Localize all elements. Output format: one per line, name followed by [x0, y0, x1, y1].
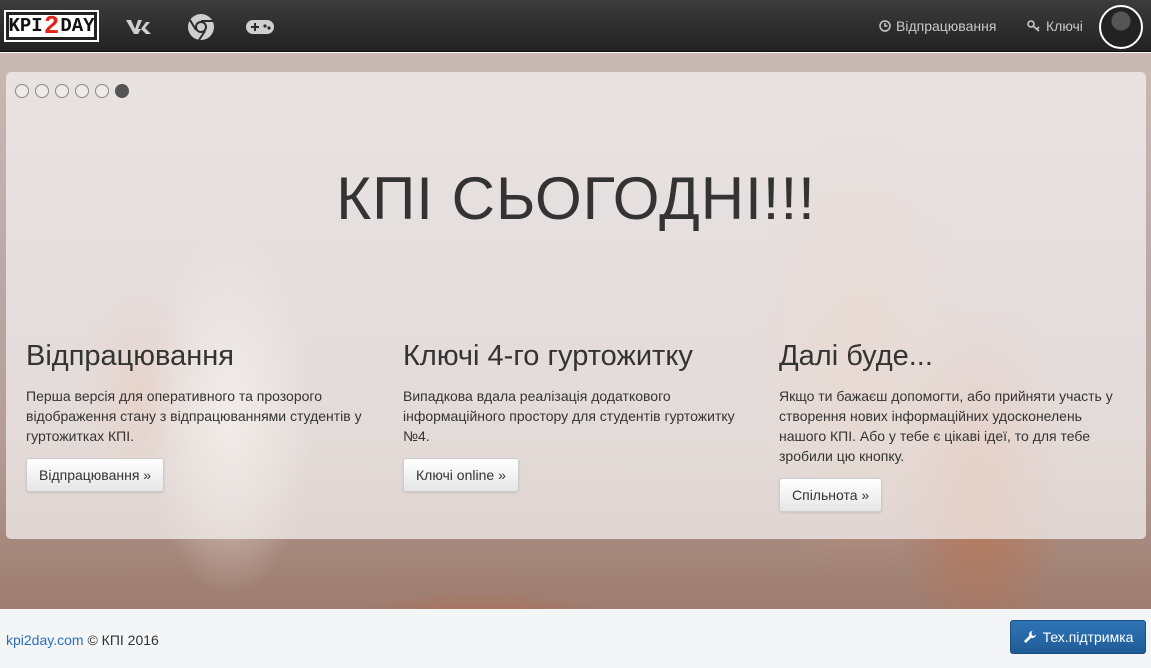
footer-site-link[interactable]: kpi2day.com	[6, 632, 84, 648]
avatar[interactable]	[1099, 5, 1143, 49]
carousel-dot[interactable]	[115, 84, 129, 98]
vk-icon[interactable]	[124, 13, 158, 41]
hero-title: КПІ СЬОГОДНІ!!!	[336, 165, 816, 232]
support-button[interactable]: Тех.підтримка	[1010, 620, 1146, 654]
brand-two: 2	[43, 11, 60, 41]
clock-icon	[879, 20, 891, 32]
navbar: KPI 2 DAY Відпрацювання Ключі	[0, 0, 1151, 52]
carousel-dot[interactable]	[15, 84, 29, 98]
vidpratsiuvannia-button[interactable]: Відпрацювання »	[26, 458, 165, 492]
spilnota-button[interactable]: Спільнота »	[779, 478, 883, 512]
feature-column-dali-bude: Далі буде... Якщо ти бажаєш допомогти, а…	[779, 340, 1124, 512]
nav-link-label: Відпрацювання	[896, 18, 997, 34]
carousel-dot[interactable]	[75, 84, 89, 98]
support-button-label: Тех.підтримка	[1042, 629, 1134, 645]
brand-day: DAY	[60, 15, 95, 37]
footer-text: kpi2day.com © КПІ 2016	[6, 632, 159, 648]
column-heading: Ключі 4-го гуртожитку	[403, 340, 693, 372]
kliuchi-online-button[interactable]: Ключі online »	[403, 458, 519, 492]
brand-logo[interactable]: KPI 2 DAY	[4, 10, 99, 42]
nav-link-label: Ключі	[1046, 18, 1083, 34]
brand-kpi: KPI	[8, 15, 43, 37]
gamepad-icon[interactable]	[243, 13, 277, 41]
footer: kpi2day.com © КПІ 2016 Тех.підтримка	[0, 609, 1151, 668]
carousel-indicators	[15, 84, 129, 98]
chrome-icon[interactable]	[184, 13, 218, 41]
column-heading: Відпрацювання	[26, 340, 234, 372]
column-text: Перша версія для оперативного та прозоро…	[26, 388, 362, 444]
hero-background: КПІ СЬОГОДНІ!!! Відпрацювання Перша верс…	[0, 53, 1151, 609]
carousel-dot[interactable]	[35, 84, 49, 98]
footer-copyright: © КПІ 2016	[87, 632, 159, 648]
column-text: Випадкова вдала реалізація додаткового і…	[403, 388, 735, 444]
nav-link-kliuchi[interactable]: Ключі	[1027, 18, 1083, 34]
key-icon	[1027, 20, 1040, 32]
carousel-dot[interactable]	[95, 84, 109, 98]
column-heading: Далі буде...	[779, 340, 933, 372]
wrench-icon	[1023, 631, 1036, 643]
column-text: Якщо ти бажаєш допомогти, або прийняти у…	[779, 388, 1113, 464]
feature-column-vidpratsiuvannia: Відпрацювання Перша версія для оперативн…	[26, 340, 371, 492]
carousel-dot[interactable]	[55, 84, 69, 98]
jumbotron: КПІ СЬОГОДНІ!!! Відпрацювання Перша верс…	[6, 72, 1146, 539]
nav-link-vidpratsiuvannia[interactable]: Відпрацювання	[879, 18, 996, 34]
feature-column-kliuchi: Ключі 4-го гуртожитку Випадкова вдала ре…	[403, 340, 748, 492]
